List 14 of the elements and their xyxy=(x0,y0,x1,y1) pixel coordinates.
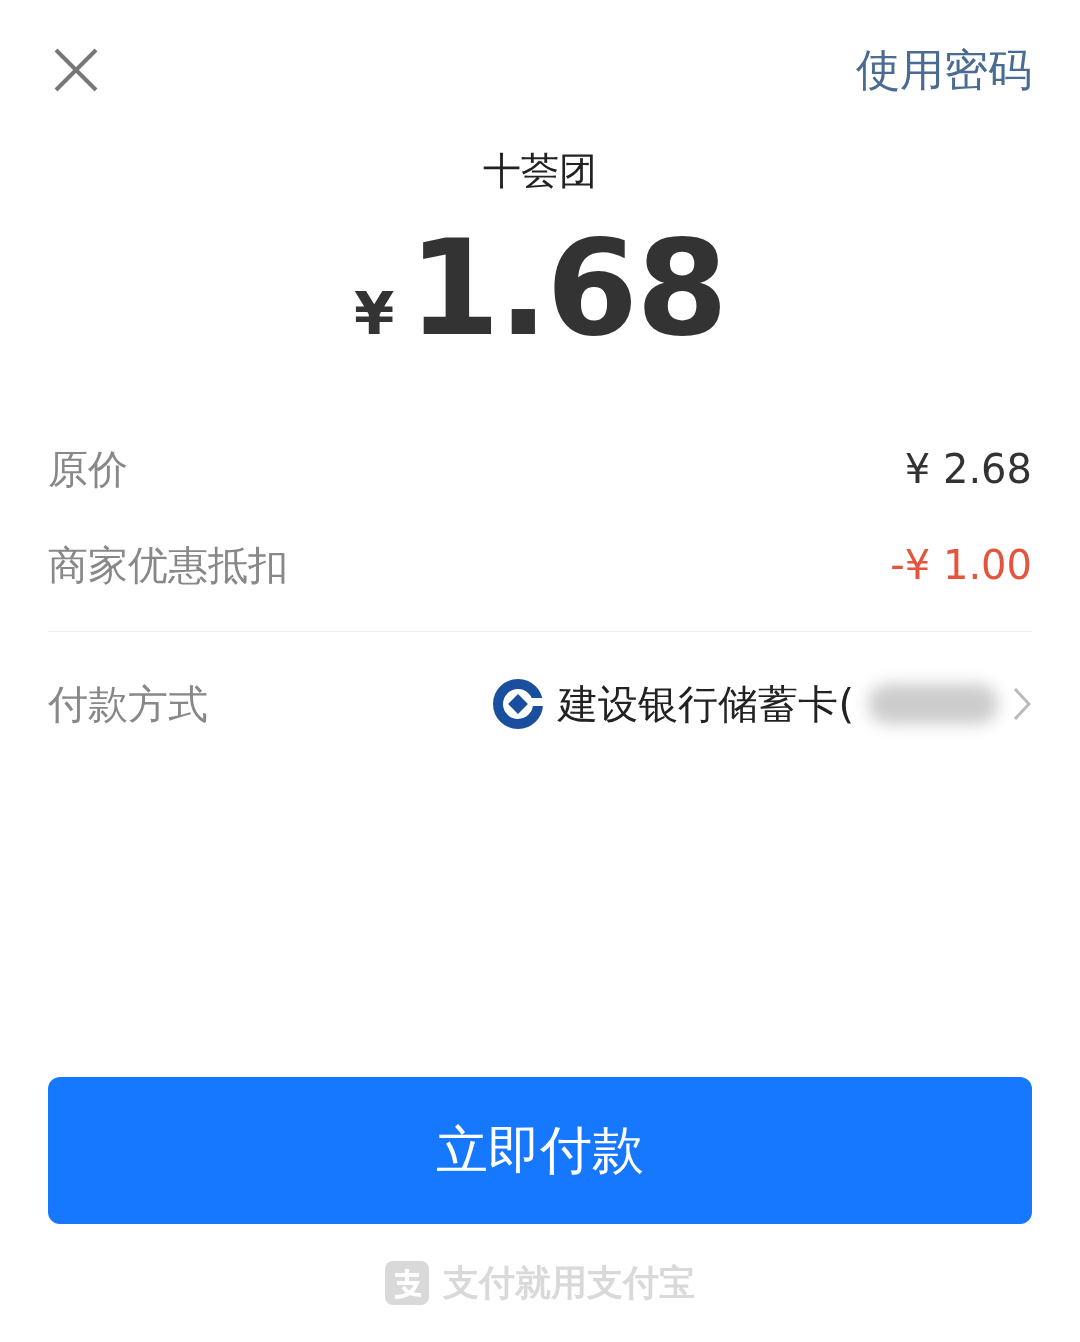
price-value: -¥ 1.00 xyxy=(890,542,1032,588)
bank-card-name[interactable]: 建设银行储蓄卡( xyxy=(558,676,854,732)
currency-symbol: ¥ xyxy=(353,280,395,348)
payment-amount: 1.68 xyxy=(408,211,726,365)
price-value: ¥ 2.68 xyxy=(904,446,1032,492)
alipay-logo-icon xyxy=(385,1261,429,1305)
use-password-link[interactable]: 使用密码 xyxy=(856,40,1032,100)
bank-logo-icon xyxy=(492,678,545,730)
merchant-name: 十荟团 xyxy=(482,148,598,195)
close-icon[interactable] xyxy=(52,46,100,94)
price-label: 商家优惠抵扣 xyxy=(48,540,288,590)
price-label: 原价 xyxy=(48,444,128,494)
pay-now-button[interactable]: 立即付款 xyxy=(48,1077,1032,1224)
payment-method-label: 付款方式 xyxy=(48,679,208,729)
